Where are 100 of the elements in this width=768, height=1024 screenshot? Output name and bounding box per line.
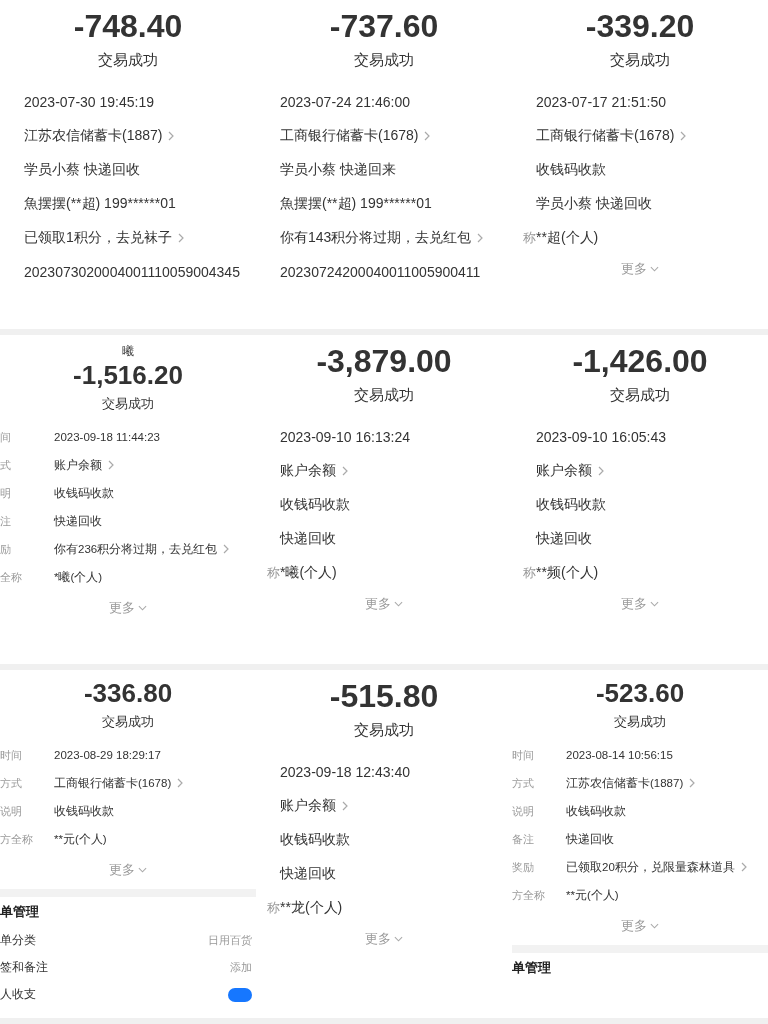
chevron-right-icon [342, 466, 348, 476]
chevron-down-icon [650, 923, 659, 929]
field-value: **超(个人) [536, 229, 599, 247]
field-label: 全称 [0, 569, 23, 585]
field-value: 2023-08-14 10:56:15 [566, 749, 673, 761]
field-value: 学员小蔡 快递回来 [280, 161, 396, 179]
field-label: 方全称 [0, 831, 34, 847]
field-value[interactable]: 账户余额 [280, 462, 336, 480]
setting-label: 单分类 [0, 933, 36, 948]
field-value: 2023-09-18 12:43:40 [280, 764, 410, 780]
field-label: 奖励 [512, 859, 535, 875]
chevron-right-icon [168, 131, 175, 141]
field-value: 20230724200040011005900411 [280, 264, 481, 280]
chevron-right-icon [342, 801, 348, 811]
chevron-right-icon [477, 233, 484, 243]
status-text: 交易成功 [98, 51, 158, 70]
amount: -515.80 [329, 678, 439, 715]
field-value: 学员小蔡 快递回收 [536, 195, 652, 213]
field-label: 方式 [512, 775, 535, 791]
chevron-right-icon [598, 466, 604, 476]
field-value[interactable]: 江苏农信储蓄卡(1887) [24, 127, 163, 145]
field-value: 收钱码收款 [536, 161, 606, 179]
field-value: 收钱码收款 [536, 496, 606, 514]
chevron-down-icon [138, 867, 147, 873]
field-label: 说明 [512, 803, 535, 819]
field-value[interactable]: 你有143积分将过期，去兑红包 [280, 229, 472, 247]
status-text: 交易成功 [354, 721, 414, 740]
amount: -3,879.00 [316, 343, 452, 380]
field-value: 学员小蔡 快递回收 [24, 161, 140, 179]
field-value: 收钱码收款 [54, 803, 114, 819]
section-title: 单管理 [0, 903, 40, 921]
field-label: 称 [266, 564, 280, 582]
chevron-right-icon [223, 544, 230, 554]
chevron-right-icon [740, 862, 747, 872]
field-value[interactable]: 工商银行储蓄卡(1678) [54, 775, 172, 791]
field-value: 快递回收 [54, 513, 102, 529]
status-text: 交易成功 [354, 51, 414, 70]
field-value: 快递回收 [280, 865, 336, 883]
field-label: 式 [0, 457, 12, 473]
field-value: 2023-07-24 21:46:00 [280, 94, 410, 110]
field-value: 魚摆摆(**超) 199******01 [24, 195, 176, 213]
field-value[interactable]: 工商银行储蓄卡(1678) [536, 127, 675, 145]
field-label: 说明 [0, 803, 23, 819]
amount: -1,516.20 [73, 360, 183, 391]
field-value: *曦(个人) [54, 569, 103, 585]
section-title: 单管理 [512, 959, 552, 977]
field-value: 收钱码收款 [280, 496, 350, 514]
chevron-right-icon [689, 778, 696, 788]
status-text: 交易成功 [102, 395, 154, 413]
field-value: 魚摆摆(**超) 199******01 [280, 195, 432, 213]
field-label: 方全称 [512, 887, 546, 903]
field-label: 备注 [512, 831, 535, 847]
status-text: 交易成功 [102, 713, 154, 731]
amount: -737.60 [329, 8, 439, 45]
chevron-right-icon [424, 131, 431, 141]
field-value[interactable]: 账户余额 [536, 462, 592, 480]
field-label: 注 [0, 513, 12, 529]
chevron-down-icon [650, 601, 659, 607]
field-value: 2023073020004001110059004345 [24, 264, 240, 280]
field-value: 收钱码收款 [566, 803, 626, 819]
amount: -336.80 [83, 678, 173, 709]
chevron-right-icon [177, 233, 184, 243]
field-value: 快递回收 [566, 831, 614, 847]
amount: -1,426.00 [572, 343, 708, 380]
field-value: 2023-08-29 18:29:17 [54, 749, 161, 761]
payee-name: 曦 [122, 343, 134, 360]
field-value: 2023-09-10 16:05:43 [536, 429, 666, 445]
field-label: 称 [266, 899, 280, 917]
field-label: 称 [522, 564, 536, 582]
chevron-right-icon [680, 131, 687, 141]
chevron-down-icon [650, 266, 659, 272]
amount: -339.20 [585, 8, 695, 45]
field-value: 2023-07-30 19:45:19 [24, 94, 154, 110]
field-value: 2023-07-17 21:51:50 [536, 94, 666, 110]
field-label: 励 [0, 541, 12, 557]
status-text: 交易成功 [354, 386, 414, 405]
field-value[interactable]: 工商银行储蓄卡(1678) [280, 127, 419, 145]
field-value[interactable]: 账户余额 [54, 457, 102, 473]
field-value: *曦(个人) [280, 564, 337, 582]
field-label: 方式 [0, 775, 23, 791]
field-value: 2023-09-10 16:13:24 [280, 429, 410, 445]
field-value: **龙(个人) [280, 899, 343, 917]
field-value[interactable]: 你有236积分将过期，去兑红包 [54, 541, 218, 557]
field-label: 时间 [512, 747, 535, 763]
amount: -748.40 [73, 8, 183, 45]
field-value[interactable]: 已领取20积分，兑限量森林道具 [566, 859, 735, 875]
field-label: 称 [522, 229, 536, 247]
field-value[interactable]: 已领取1积分，去兑袜子 [24, 229, 172, 247]
field-label: 明 [0, 485, 12, 501]
field-value: 收钱码收款 [54, 485, 114, 501]
field-value[interactable]: 账户余额 [280, 797, 336, 815]
toggle-switch[interactable] [228, 987, 252, 1002]
field-value: **频(个人) [536, 564, 599, 582]
field-value: **元(个人) [566, 887, 619, 903]
field-value: **元(个人) [54, 831, 107, 847]
status-text: 交易成功 [610, 386, 670, 405]
chevron-right-icon [108, 460, 114, 470]
field-value: 快递回收 [280, 530, 336, 548]
field-value[interactable]: 江苏农信储蓄卡(1887) [566, 775, 684, 791]
setting-label: 人收支 [0, 987, 36, 1002]
